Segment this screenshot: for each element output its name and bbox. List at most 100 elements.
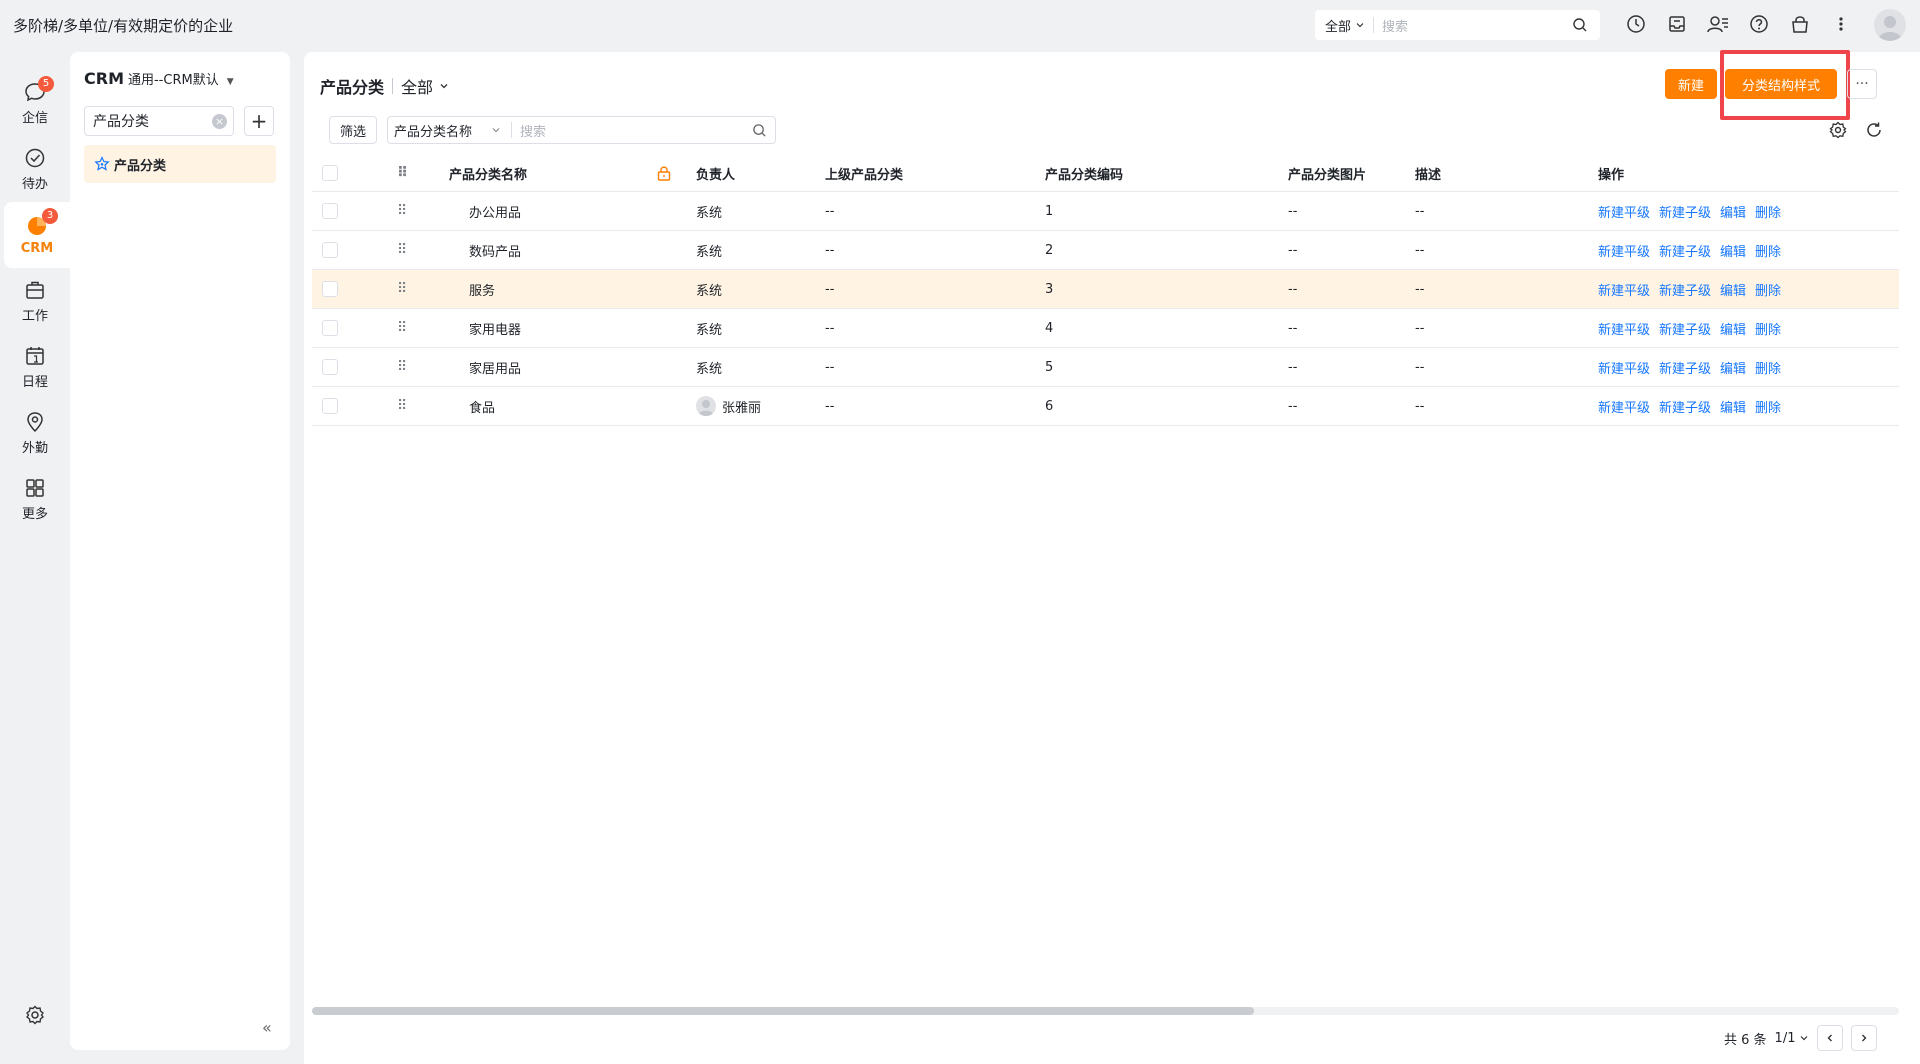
- bag-icon[interactable]: [1788, 12, 1812, 36]
- filter-button[interactable]: 筛选: [329, 116, 377, 144]
- edit-link[interactable]: 编辑: [1720, 358, 1746, 377]
- drag-handle-icon[interactable]: ⠿: [397, 192, 407, 230]
- delete-link[interactable]: 删除: [1755, 319, 1781, 338]
- row-checkbox[interactable]: [322, 387, 338, 425]
- lock-icon[interactable]: [657, 155, 671, 191]
- drag-handle-icon[interactable]: ⠿: [397, 309, 407, 347]
- rail-item-more[interactable]: 更多: [0, 466, 70, 532]
- scope-label: 全部: [401, 78, 434, 97]
- col-header-name[interactable]: 产品分类名称: [449, 155, 527, 191]
- scope-select[interactable]: 全部: [401, 74, 449, 98]
- new-child-link[interactable]: 新建子级: [1659, 358, 1711, 377]
- new-button[interactable]: 新建: [1665, 69, 1717, 99]
- new-sibling-link[interactable]: 新建平级: [1598, 280, 1650, 299]
- rail-item-crm[interactable]: CRM 3: [4, 202, 70, 268]
- sidebar-item-product-category[interactable]: 产品分类: [84, 145, 276, 183]
- drag-handle-icon[interactable]: ⠿: [397, 231, 407, 269]
- delete-link[interactable]: 删除: [1755, 358, 1781, 377]
- row-checkbox[interactable]: [322, 192, 338, 230]
- sidebar-search-input[interactable]: 产品分类 ×: [84, 106, 234, 136]
- row-checkbox[interactable]: [322, 231, 338, 269]
- new-sibling-link[interactable]: 新建平级: [1598, 397, 1650, 416]
- global-search[interactable]: 全部 搜索: [1315, 10, 1600, 40]
- search-field-select[interactable]: 产品分类名称: [388, 122, 512, 140]
- edit-link[interactable]: 编辑: [1720, 280, 1746, 299]
- rail-item-field[interactable]: 外勤: [0, 400, 70, 466]
- col-header-code[interactable]: 产品分类编码: [1045, 155, 1123, 191]
- table-row[interactable]: ⠿ 食品 张雅丽 -- 6 -- -- 新建平级 新建子级 编辑 删除: [312, 387, 1899, 426]
- table-row[interactable]: ⠿ 服务 系统 -- 3 -- -- 新建平级 新建子级 编辑 删除: [312, 270, 1899, 309]
- table-row[interactable]: ⠿ 办公用品 系统 -- 1 -- -- 新建平级 新建子级 编辑 删除: [312, 192, 1899, 231]
- add-menu-button[interactable]: +: [244, 106, 274, 136]
- settings-icon[interactable]: [24, 1004, 46, 1026]
- search-icon[interactable]: [752, 123, 767, 138]
- table-search-input[interactable]: 搜索: [512, 121, 752, 140]
- clock-icon[interactable]: [1624, 12, 1648, 36]
- new-child-link[interactable]: 新建子级: [1659, 241, 1711, 260]
- check-circle-icon: [25, 148, 45, 167]
- col-header-parent[interactable]: 上级产品分类: [825, 155, 903, 191]
- delete-link[interactable]: 删除: [1755, 202, 1781, 221]
- company-name[interactable]: 多阶梯/多单位/有效期定价的企业: [13, 15, 233, 36]
- collapse-sidebar-icon[interactable]: «: [262, 1018, 272, 1037]
- table-row[interactable]: ⠿ 家用电器 系统 -- 4 -- -- 新建平级 新建子级 编辑 删除: [312, 309, 1899, 348]
- page-header: 产品分类 全部: [320, 74, 449, 98]
- help-icon[interactable]: [1747, 12, 1771, 36]
- new-sibling-link[interactable]: 新建平级: [1598, 319, 1650, 338]
- search-icon[interactable]: [1572, 17, 1588, 33]
- inbox-icon[interactable]: [1665, 12, 1689, 36]
- more-actions-button[interactable]: ···: [1847, 69, 1877, 99]
- select-all-checkbox[interactable]: [322, 155, 338, 191]
- more-vert-icon[interactable]: [1829, 12, 1853, 36]
- rail-item-work[interactable]: 工作: [0, 268, 70, 334]
- new-child-link[interactable]: 新建子级: [1659, 319, 1711, 338]
- delete-link[interactable]: 删除: [1755, 280, 1781, 299]
- row-actions: 新建平级 新建子级 编辑 删除: [1598, 387, 1790, 425]
- new-sibling-link[interactable]: 新建平级: [1598, 241, 1650, 260]
- search-scope-select[interactable]: 全部: [1315, 17, 1375, 35]
- edit-link[interactable]: 编辑: [1720, 397, 1746, 416]
- scrollbar-thumb[interactable]: [312, 1007, 1254, 1015]
- refresh-icon[interactable]: [1865, 121, 1883, 139]
- table-row[interactable]: ⠿ 家居用品 系统 -- 5 -- -- 新建平级 新建子级 编辑 删除: [312, 348, 1899, 387]
- horizontal-scrollbar[interactable]: [312, 1007, 1899, 1015]
- col-header-owner[interactable]: 负责人: [696, 155, 735, 191]
- rail-item-todo[interactable]: 待办: [0, 136, 70, 202]
- col-header-image[interactable]: 产品分类图片: [1288, 155, 1366, 191]
- edit-link[interactable]: 编辑: [1720, 241, 1746, 260]
- column-settings-icon[interactable]: [1829, 121, 1847, 139]
- drag-handle-icon[interactable]: ⠿: [397, 348, 407, 386]
- drag-handle-icon[interactable]: ⠿: [397, 270, 407, 308]
- category-structure-button[interactable]: 分类结构样式: [1725, 69, 1837, 99]
- delete-link[interactable]: 删除: [1755, 397, 1781, 416]
- col-header-desc[interactable]: 描述: [1415, 155, 1441, 191]
- table-row[interactable]: ⠿ 数码产品 系统 -- 2 -- -- 新建平级 新建子级 编辑 删除: [312, 231, 1899, 270]
- new-child-link[interactable]: 新建子级: [1659, 397, 1711, 416]
- next-page-button[interactable]: [1851, 1025, 1878, 1051]
- owner-cell[interactable]: 张雅丽: [696, 387, 761, 425]
- user-avatar[interactable]: [1874, 9, 1906, 41]
- delete-link[interactable]: 删除: [1755, 241, 1781, 260]
- row-checkbox[interactable]: [322, 348, 338, 386]
- rail-label: 更多: [21, 506, 48, 522]
- row-checkbox[interactable]: [322, 270, 338, 308]
- rail-item-schedule[interactable]: 日程: [0, 334, 70, 400]
- prev-page-button[interactable]: [1817, 1025, 1844, 1051]
- rail-item-qixin[interactable]: 企信 5: [0, 70, 70, 136]
- new-sibling-link[interactable]: 新建平级: [1598, 202, 1650, 221]
- rail-label: 外勤: [21, 440, 48, 456]
- row-checkbox[interactable]: [322, 309, 338, 347]
- app-switcher[interactable]: CRM 通用--CRM默认 ▼: [84, 69, 234, 88]
- new-child-link[interactable]: 新建子级: [1659, 202, 1711, 221]
- global-search-input[interactable]: 搜索: [1374, 16, 1572, 35]
- drag-handle-icon[interactable]: ⠿: [397, 387, 407, 425]
- clear-icon[interactable]: ×: [212, 114, 227, 129]
- contacts-icon[interactable]: [1706, 12, 1730, 36]
- category-code: 4: [1045, 320, 1054, 336]
- edit-link[interactable]: 编辑: [1720, 202, 1746, 221]
- new-sibling-link[interactable]: 新建平级: [1598, 358, 1650, 377]
- row-actions: 新建平级 新建子级 编辑 删除: [1598, 231, 1790, 269]
- new-child-link[interactable]: 新建子级: [1659, 280, 1711, 299]
- edit-link[interactable]: 编辑: [1720, 319, 1746, 338]
- page-select[interactable]: 1/1: [1775, 1031, 1810, 1046]
